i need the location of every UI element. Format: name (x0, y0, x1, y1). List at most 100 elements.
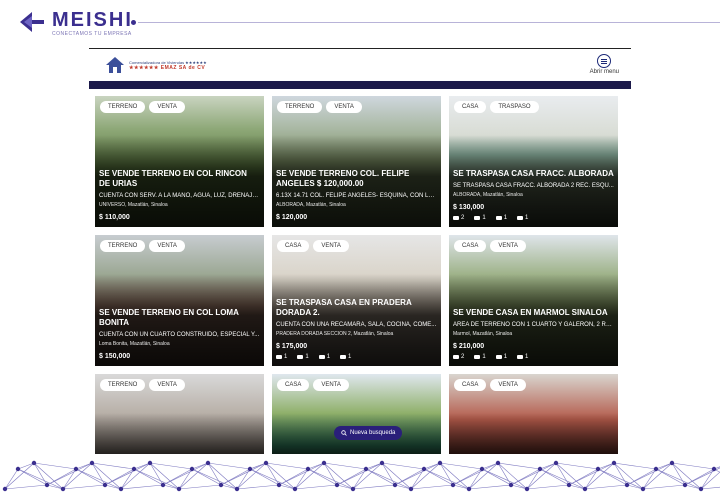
listing-tag[interactable]: VENTA (313, 240, 349, 252)
listing-title: SE VENDE CASA EN MARMOL SINALOA (453, 308, 608, 317)
listing-tag[interactable]: CASA (277, 379, 310, 391)
meishi-brand: MEISHI CONECTAMOS TU EMPRESA (18, 10, 133, 37)
listing-price: $ 210,000 (453, 343, 485, 350)
bed-icon (453, 355, 459, 359)
listing-tags: CASA VENTA (454, 240, 526, 252)
listing-tag[interactable]: CASA (454, 101, 487, 113)
listing-description: CUENTA CON UN CUARTO CONSTRUIDO, ESPECIA… (99, 332, 260, 338)
listing-info: SE VENDE TERRENO EN COL LOMA BONITA CUENT… (99, 308, 260, 360)
listing-tag[interactable]: CASA (454, 240, 487, 252)
listing-tag[interactable]: VENTA (313, 379, 349, 391)
brand-tagline: CONECTAMOS TU EMPRESA (52, 31, 132, 37)
listing-location: PRADERA DORADA SECCION 2, Mazatlán, Sina… (276, 331, 394, 337)
listing-tag[interactable]: TRASPASO (490, 101, 539, 113)
car-icon (318, 355, 325, 359)
listing-card[interactable]: TERRENO VENTA SE VENDE TERRENO COL. FELIPE… (272, 96, 441, 227)
listing-card[interactable]: TERRENO VENTA SE VENDE TERRENO EN COL RINC… (95, 96, 264, 227)
listings-grid: TERRENO VENTA SE VENDE TERRENO EN COL RINC… (95, 96, 619, 454)
listing-tags: TERRENO VENTA (100, 240, 185, 252)
listing-description: AREA DE TERRENO CON 1 CUARTO Y GALERON, … (453, 322, 614, 328)
listing-location: UNIVERSO, Mazatlán, Sinaloa (99, 202, 168, 208)
listing-tags: TERRENO VENTA (277, 101, 362, 113)
listing-location: Marmol, Mazatlán, Sinaloa (453, 331, 513, 337)
feature-item: 1 (474, 354, 486, 360)
listing-tags: TERRENO VENTA (100, 101, 185, 113)
site-header: Comercializadora de Viviendas ★★★★★★ ★★★… (89, 49, 631, 81)
house-logo-icon (106, 57, 124, 73)
photo-shade (95, 413, 264, 454)
car-icon (495, 216, 502, 220)
listing-card[interactable]: TERRENO VENTA SE VENDE TERRENO EN COL LOMA… (95, 235, 264, 366)
listing-tag[interactable]: TERRENO (100, 240, 146, 252)
network-decoration (2, 460, 720, 492)
listing-tag[interactable]: VENTA (149, 379, 185, 391)
listing-price: $ 120,000 (276, 214, 308, 221)
bed-icon (276, 355, 282, 359)
new-search-button[interactable]: Nueva busqueda (334, 426, 403, 440)
site-logo[interactable]: Comercializadora de Viviendas ★★★★★★ ★★★… (105, 55, 207, 75)
car-icon (495, 355, 502, 359)
listing-tags: CASA VENTA (277, 379, 349, 391)
presentation-slide: MEISHI CONECTAMOS TU EMPRESA Comercializ… (0, 0, 720, 500)
listing-tag[interactable]: VENTA (149, 240, 185, 252)
bath-icon (474, 355, 481, 359)
brand-name: MEISHI (52, 9, 133, 31)
listing-price: $ 130,000 (453, 204, 485, 211)
feature-item: 1 (495, 354, 507, 360)
listing-tag[interactable]: CASA (454, 379, 487, 391)
listing-location: Loma Bonita, Mazatlán, Sinaloa (99, 341, 170, 347)
listing-card[interactable]: TERRENOVENTASE VENDE TERRENO CON PLANTIL… (95, 374, 264, 454)
site-logo-line1: Comercializadora de Viviendas ★★★★★★ (129, 59, 207, 65)
listing-tags: CASA VENTA (277, 240, 349, 252)
listing-tag[interactable]: TERRENO (277, 101, 323, 113)
listing-tag[interactable]: VENTA (326, 101, 362, 113)
listing-description: CUENTA CON UNA RECAMARA, SALA, COCINA, C… (276, 322, 437, 328)
listing-location: ALBORADA, Mazatlán, Sinaloa (453, 192, 523, 198)
feature-item: 1 (474, 215, 486, 221)
listing-description: 6.13X 14.71 COL. FELIPE ANGELES- ESQUINA… (276, 193, 437, 199)
bed-icon (453, 216, 459, 220)
photo-shade (449, 413, 618, 454)
feature-item: 2 (453, 215, 464, 221)
bath-icon (474, 216, 481, 220)
listing-info: SE TRASPASA CASA EN PRADERA DORADA 2. CUE… (276, 298, 437, 360)
listing-info: SE VENDE TERRENO EN COL RINCON DE URIAS C… (99, 169, 260, 221)
listing-title: SE TRASPASA CASA FRACC. ALBORADA (453, 169, 614, 178)
listing-card[interactable]: CASAVENTASE VENDE CASA EN COL LOMA REDON… (272, 374, 441, 454)
listing-features: 2 1 1 1 (453, 215, 614, 221)
feature-item: 1 (297, 354, 309, 360)
listing-info: SE VENDE TERRENO COL. FELIPE ANGELES $ 1… (276, 169, 437, 221)
listing-card[interactable]: CASA VENTA SE TRASPASA CASA EN PRADERA DOR… (272, 235, 441, 366)
site-nav-bar (89, 81, 631, 89)
listing-tag[interactable]: TERRENO (100, 101, 146, 113)
listing-tags: CASA VENTA (454, 379, 526, 391)
listing-tag[interactable]: VENTA (149, 101, 185, 113)
listing-tag[interactable]: TERRENO (100, 379, 146, 391)
area-icon (517, 355, 524, 359)
listing-info: SE TRASPASA CASA FRACC. ALBORADA SE TRASP… (453, 169, 614, 221)
listing-card[interactable]: CASA VENTA SE VENDE CASA EN MARMOL SINALOA… (449, 235, 618, 366)
feature-item: 1 (517, 215, 528, 221)
listing-card[interactable]: CASA TRASPASO SE TRASPASA CASA FRACC. ALBO… (449, 96, 618, 227)
hamburger-icon (597, 54, 612, 68)
new-search-label: Nueva busqueda (350, 430, 396, 436)
listing-location: ALBORADA, Mazatlán, Sinaloa (276, 202, 346, 208)
feature-item: 1 (517, 354, 528, 360)
listing-price: $ 110,000 (99, 214, 130, 221)
listing-tag[interactable]: VENTA (490, 240, 526, 252)
listing-card[interactable]: CASAVENTASE VENDE CASA EN COL LOMA BONIT… (449, 374, 618, 454)
listing-tags: TERRENO VENTA (100, 379, 185, 391)
listing-tag[interactable]: CASA (277, 240, 310, 252)
bath-icon (297, 355, 304, 359)
header-dot (131, 20, 136, 25)
open-menu-button[interactable]: Abrir menu (590, 54, 619, 75)
listing-features: 2 1 1 1 (453, 354, 614, 360)
meishi-logo-icon (20, 12, 44, 32)
listing-title: SE VENDE TERRENO COL. FELIPE ANGELES $ 1… (276, 169, 410, 188)
listing-tag[interactable]: VENTA (490, 379, 526, 391)
listing-title: SE TRASPASA CASA EN PRADERA DORADA 2. (276, 298, 412, 317)
menu-label: Abrir menu (589, 69, 619, 75)
listing-info: SE VENDE CASA EN MARMOL SINALOA AREA DE T… (453, 308, 614, 360)
listing-description: SE TRASPASA CASA FRACC. ALBORADA 2 REC. … (453, 183, 614, 189)
listing-price: $ 175,000 (276, 343, 308, 350)
